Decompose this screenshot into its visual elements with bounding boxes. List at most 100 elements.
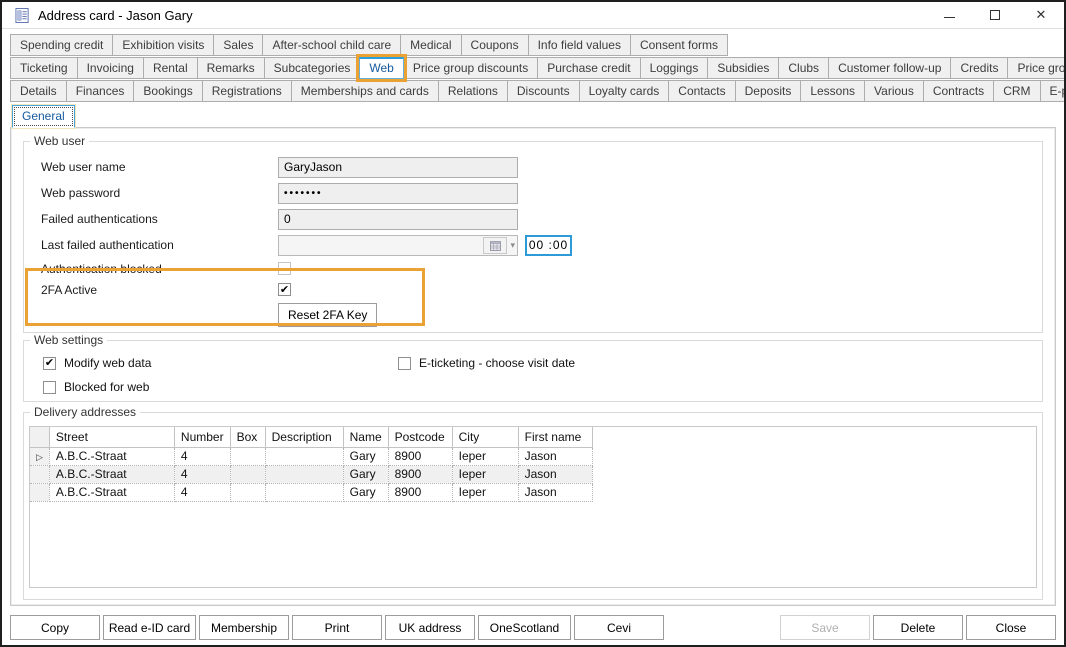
tab-deposits[interactable]: Deposits: [735, 80, 802, 102]
calendar-icon[interactable]: [483, 237, 507, 254]
web-user-name-input[interactable]: [278, 157, 518, 178]
tab-rental[interactable]: Rental: [143, 57, 198, 79]
onescotland-button[interactable]: OneScotland: [478, 615, 571, 640]
tab-credits[interactable]: Credits: [950, 57, 1008, 79]
tab-details[interactable]: Details: [10, 80, 67, 102]
2fa-active-checkbox[interactable]: ✔: [278, 283, 291, 296]
modify-web-data-checkbox[interactable]: ✔: [43, 357, 56, 370]
tab-after-school-child-care[interactable]: After-school child care: [262, 34, 401, 56]
column-header-postcode[interactable]: Postcode: [388, 427, 452, 447]
table-cell[interactable]: Ieper: [452, 447, 518, 465]
table-cell[interactable]: 8900: [388, 483, 452, 501]
tab-contracts[interactable]: Contracts: [923, 80, 994, 102]
tab-web[interactable]: Web: [359, 57, 403, 79]
table-cell[interactable]: A.B.C.-Straat: [49, 447, 174, 465]
table-cell[interactable]: Gary: [343, 465, 388, 483]
table-cell[interactable]: [265, 465, 343, 483]
tab-loyalty-cards[interactable]: Loyalty cards: [579, 80, 670, 102]
last-failed-date-picker[interactable]: ▾: [278, 235, 518, 256]
tab-registrations[interactable]: Registrations: [202, 80, 292, 102]
uk-address-button[interactable]: UK address: [385, 615, 475, 640]
tab-ticketing[interactable]: Ticketing: [10, 57, 78, 79]
table-cell[interactable]: [230, 465, 265, 483]
table-cell[interactable]: [230, 483, 265, 501]
tab-contacts[interactable]: Contacts: [668, 80, 735, 102]
table-cell[interactable]: Jason: [518, 465, 592, 483]
tab-bookings[interactable]: Bookings: [133, 80, 202, 102]
tab-subsidies[interactable]: Subsidies: [707, 57, 779, 79]
close-button[interactable]: Close: [966, 615, 1056, 640]
tab-medical[interactable]: Medical: [400, 34, 461, 56]
table-cell[interactable]: [265, 483, 343, 501]
column-header-box[interactable]: Box: [230, 427, 265, 447]
column-header-name[interactable]: Name: [343, 427, 388, 447]
tab-various[interactable]: Various: [864, 80, 924, 102]
table-cell[interactable]: [230, 447, 265, 465]
row-selector-cell[interactable]: [30, 465, 49, 483]
tab-relations[interactable]: Relations: [438, 80, 508, 102]
read-e-id-card-button[interactable]: Read e-ID card: [103, 615, 196, 640]
tab-customer-follow-up[interactable]: Customer follow-up: [828, 57, 951, 79]
row-selector-cell[interactable]: ▷: [30, 447, 49, 465]
web-password-input[interactable]: [278, 183, 518, 204]
table-cell[interactable]: 4: [174, 447, 230, 465]
table-cell[interactable]: Gary: [343, 447, 388, 465]
column-header-first-name[interactable]: First name: [518, 427, 592, 447]
tab-loggings[interactable]: Loggings: [640, 57, 709, 79]
column-header-city[interactable]: City: [452, 427, 518, 447]
table-row[interactable]: ▷A.B.C.-Straat4 Gary8900IeperJason: [30, 447, 592, 465]
tab-coupons[interactable]: Coupons: [461, 34, 529, 56]
tab-sales[interactable]: Sales: [213, 34, 263, 56]
column-header-description[interactable]: Description: [265, 427, 343, 447]
table-cell[interactable]: A.B.C.-Straat: [49, 483, 174, 501]
table-cell[interactable]: Ieper: [452, 465, 518, 483]
reset-2fa-key-button[interactable]: Reset 2FA Key: [278, 303, 377, 327]
table-row[interactable]: A.B.C.-Straat4 Gary8900IeperJason: [30, 465, 592, 483]
chevron-down-icon[interactable]: ▾: [510, 240, 515, 251]
tab-discounts[interactable]: Discounts: [507, 80, 580, 102]
e-ticketing-choose-visit-date-checkbox[interactable]: [398, 357, 411, 370]
table-cell[interactable]: A.B.C.-Straat: [49, 465, 174, 483]
table-cell[interactable]: 8900: [388, 465, 452, 483]
authentication-blocked-checkbox[interactable]: [278, 262, 291, 275]
table-cell[interactable]: [265, 447, 343, 465]
print-button[interactable]: Print: [292, 615, 382, 640]
table-row[interactable]: A.B.C.-Straat4 Gary8900IeperJason: [30, 483, 592, 501]
tab-general[interactable]: General: [12, 105, 75, 128]
membership-button[interactable]: Membership: [199, 615, 289, 640]
table-cell[interactable]: Jason: [518, 483, 592, 501]
tab-memberships-and-cards[interactable]: Memberships and cards: [291, 80, 439, 102]
table-cell[interactable]: 4: [174, 483, 230, 501]
minimize-icon[interactable]: [926, 2, 972, 28]
last-failed-time-input[interactable]: 00 :00: [525, 235, 572, 256]
table-cell[interactable]: Ieper: [452, 483, 518, 501]
tab-invoicing[interactable]: Invoicing: [77, 57, 144, 79]
cevi-button[interactable]: Cevi: [574, 615, 664, 640]
close-icon[interactable]: ✕: [1018, 2, 1064, 28]
column-header-number[interactable]: Number: [174, 427, 230, 447]
table-cell[interactable]: Jason: [518, 447, 592, 465]
maximize-icon[interactable]: [972, 2, 1018, 28]
tab-remarks[interactable]: Remarks: [197, 57, 265, 79]
copy-button[interactable]: Copy: [10, 615, 100, 640]
column-header-street[interactable]: Street: [49, 427, 174, 447]
tab-finances[interactable]: Finances: [66, 80, 135, 102]
table-cell[interactable]: Gary: [343, 483, 388, 501]
table-cell[interactable]: 8900: [388, 447, 452, 465]
tab-info-field-values[interactable]: Info field values: [528, 34, 631, 56]
delete-button[interactable]: Delete: [873, 615, 963, 640]
tab-e-purse[interactable]: E-purse: [1040, 80, 1066, 102]
tab-exhibition-visits[interactable]: Exhibition visits: [112, 34, 214, 56]
blocked-for-web-checkbox[interactable]: [43, 381, 56, 394]
tab-lessons[interactable]: Lessons: [800, 80, 865, 102]
failed-authentications-input[interactable]: [278, 209, 518, 230]
row-selector-cell[interactable]: [30, 483, 49, 501]
tab-spending-credit[interactable]: Spending credit: [10, 34, 113, 56]
tab-purchase-credit[interactable]: Purchase credit: [537, 57, 640, 79]
tab-subcategories[interactable]: Subcategories: [264, 57, 361, 79]
tab-consent-forms[interactable]: Consent forms: [630, 34, 728, 56]
tab-price-group-discounts[interactable]: Price group discounts: [403, 57, 538, 79]
tab-clubs[interactable]: Clubs: [778, 57, 829, 79]
tab-crm[interactable]: CRM: [993, 80, 1040, 102]
table-cell[interactable]: 4: [174, 465, 230, 483]
